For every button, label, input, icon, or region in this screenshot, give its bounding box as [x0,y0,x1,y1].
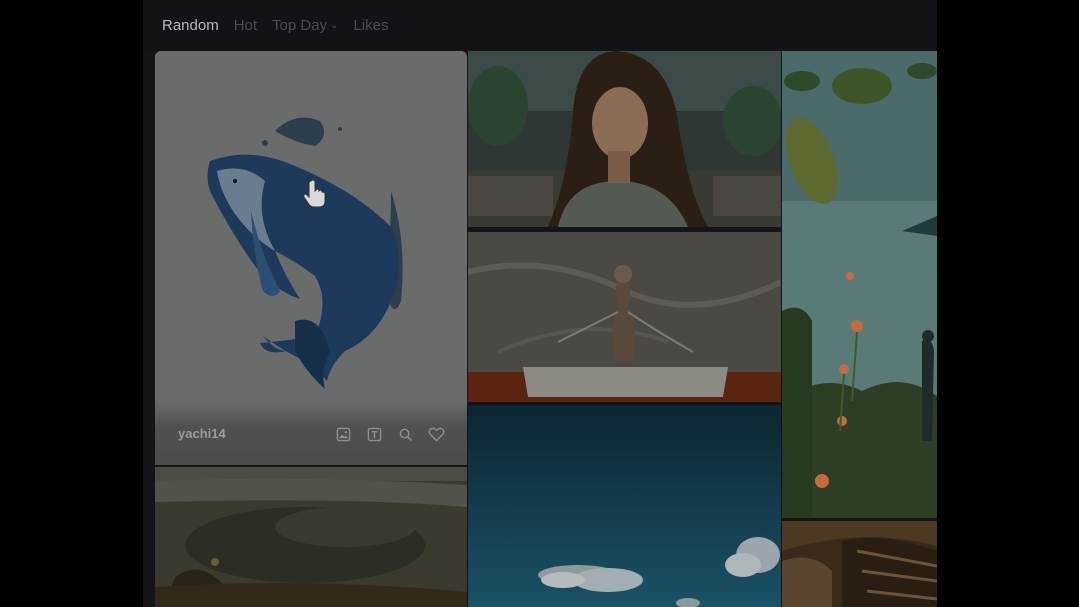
tab-hot-label: Hot [233,16,258,34]
gallery-card-sky[interactable] [468,405,781,607]
text-icon[interactable] [365,425,383,443]
tab-hot[interactable]: Hot [234,17,257,34]
search-icon[interactable] [396,425,414,443]
meadow-image [782,51,937,518]
gallery-card-sculpture[interactable] [468,232,781,402]
sort-tabs: Random Hot Top Day ⌄ Likes [143,0,937,50]
whale-image [155,51,467,411]
sky-image [468,405,781,607]
tab-likes-label: Likes [353,16,389,34]
gallery-card-chair[interactable] [782,521,937,607]
chair-image [782,521,937,607]
portrait-image [468,51,781,227]
card-footer: yachi14 [155,401,467,465]
author-name[interactable]: yachi14 [178,426,226,441]
creature-image [155,467,467,607]
sculpture-image [468,232,781,402]
tab-top-day[interactable]: Top Day ⌄ [272,17,338,34]
gallery-card-portrait[interactable] [468,51,781,227]
image-icon[interactable] [334,425,352,443]
tab-random-label: Random [162,16,219,34]
hand-cursor-icon [303,179,327,214]
gallery-stage: Random Hot Top Day ⌄ Likes yachi14 [143,0,937,607]
gallery-card-meadow[interactable] [782,51,937,518]
tab-random[interactable]: Random [162,17,219,34]
tab-likes[interactable]: Likes [353,17,388,34]
chevron-down-icon: ⌄ [330,19,339,31]
gallery-card-whale[interactable]: yachi14 [155,51,467,465]
heart-icon[interactable] [427,425,445,443]
card-actions [334,425,445,443]
tab-top-day-label: Top Day [272,16,328,34]
gallery-card-creature[interactable] [155,467,467,607]
